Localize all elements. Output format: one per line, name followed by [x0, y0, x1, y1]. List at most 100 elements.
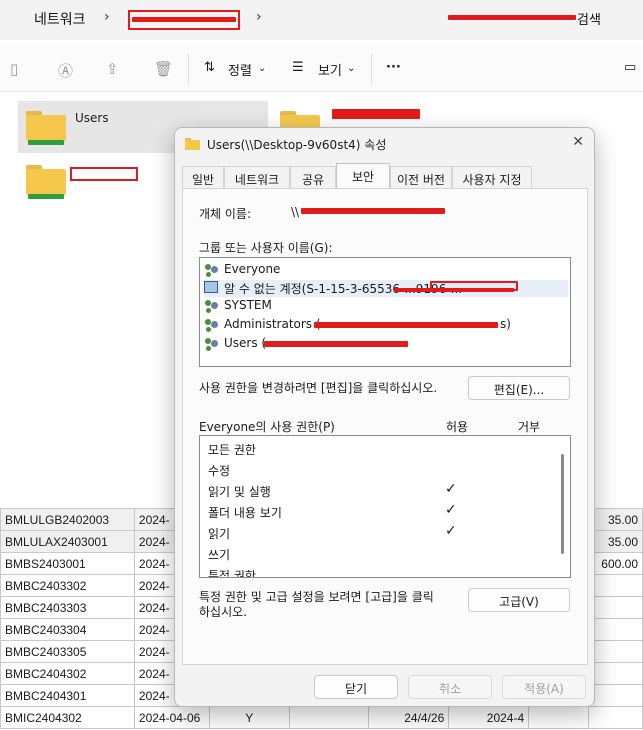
apply-button: 적용(A) [502, 675, 586, 699]
table-cell[interactable]: BMBC2403305 [0, 640, 135, 663]
permission-row: 모든 권한 [208, 443, 256, 457]
edit-hint: 사용 권한을 변경하려면 [편집]을 클릭하십시오. [199, 381, 438, 395]
tab-network[interactable]: 네트워크 [224, 166, 290, 188]
close-button[interactable]: ✕ [572, 134, 584, 150]
rename-icon[interactable]: Ⓐ [58, 60, 73, 81]
tab-sharing[interactable]: 공유 [290, 166, 336, 188]
permission-list[interactable]: 모든 권한 수정 읽기 및 실행 ✓ 폴더 내용 보기 ✓ 읽기 ✓ 쓰기 특정… [199, 435, 571, 578]
folder-icon [26, 165, 66, 199]
redaction-box [70, 167, 138, 181]
edit-button[interactable]: 편집(E)... [468, 376, 570, 400]
table-cell[interactable]: 35.00 [587, 508, 643, 531]
redaction-mark [132, 17, 236, 22]
sort-icon: ⇅ [204, 60, 215, 75]
table-cell[interactable]: BMBC2404301 [0, 684, 135, 707]
properties-dialog: Users(\\Desktop-9v60st4) 속성 ✕ 일반 네트워크 공유… [174, 127, 595, 707]
redaction-mark [332, 109, 420, 119]
list-item-unknown-account[interactable]: 알 수 없는 계정(S-1-15-3-65536-...9196-... [204, 280, 568, 297]
sort-button[interactable]: 정렬 [228, 60, 252, 79]
table-cell[interactable] [587, 684, 643, 707]
more-options-button[interactable]: ··· [386, 60, 401, 75]
table-cell[interactable]: BMBC2403304 [0, 618, 135, 641]
table-cell[interactable]: 2024-4 [448, 706, 530, 729]
redaction-mark [394, 288, 514, 292]
user-list[interactable]: Everyone 알 수 없는 계정(S-1-15-3-65536-...919… [199, 257, 571, 367]
table-cell[interactable] [587, 662, 643, 685]
toolbar-divider [371, 54, 372, 84]
table-cell[interactable] [587, 706, 643, 729]
view-icon: ☰ [292, 60, 304, 75]
redaction-mark [264, 341, 408, 347]
share-icon[interactable]: ⇪ [106, 60, 119, 78]
table-cell[interactable] [528, 706, 589, 729]
close-dialog-button[interactable]: 닫기 [314, 675, 398, 699]
table-cell[interactable]: BMBC2404302 [0, 662, 135, 685]
paste-icon[interactable]: ▯ [10, 60, 18, 78]
table-cell[interactable] [587, 596, 643, 619]
view-button[interactable]: 보기 [318, 60, 342, 79]
tab-general[interactable]: 일반 [182, 166, 224, 188]
search-box-suffix[interactable]: 검색 [577, 9, 601, 28]
list-item-everyone[interactable]: Everyone [204, 262, 280, 276]
check-icon: ✓ [445, 481, 457, 497]
table-cell[interactable]: 24/4/26 [368, 706, 450, 729]
object-name-value: \\ [291, 205, 300, 219]
advanced-hint-line2: 하십시오. [199, 605, 247, 619]
delete-icon[interactable]: 🗑 [154, 60, 173, 78]
table-cell[interactable]: BMLULAX2403001 [0, 530, 135, 553]
table-row[interactable]: BMIC2404302 2024-04-06 Y 24/4/26 2024-4 [0, 706, 643, 729]
address-bar[interactable]: 네트워크 › › 검색 [0, 0, 643, 40]
redaction-mark [314, 322, 498, 328]
permission-row: 쓰기 [208, 548, 231, 562]
folder-icon [26, 111, 66, 145]
deny-header: 거부 [518, 420, 541, 434]
folder-icon [185, 138, 200, 150]
table-cell[interactable]: 35.00 [587, 530, 643, 553]
check-icon: ✓ [445, 502, 457, 518]
toolbar-divider [188, 54, 189, 84]
chevron-right-icon: › [104, 9, 110, 25]
security-panel: 개체 이름: \\ 그룹 또는 사용자 이름(G): Everyone 알 수 … [182, 188, 588, 665]
permissions-header: Everyone의 사용 권한(P) [199, 420, 335, 434]
table-cell[interactable]: 2024-04-06 [133, 706, 210, 729]
redaction-mark [301, 208, 445, 214]
chevron-down-icon: ⌄ [347, 63, 356, 74]
unknown-account-icon [204, 281, 218, 293]
tab-security[interactable]: 보안 [336, 163, 390, 188]
tab-previous-versions[interactable]: 이전 버전 [390, 166, 452, 188]
users-icon [204, 299, 220, 313]
scrollbar-thumb[interactable] [561, 454, 564, 554]
table-cell[interactable] [587, 640, 643, 663]
table-cell[interactable]: BMBC2403303 [0, 596, 135, 619]
permission-row: 수정 [208, 464, 231, 478]
table-cell[interactable]: 600.00 [587, 552, 643, 575]
table-cell[interactable]: BMBS2403001 [0, 552, 135, 575]
group-label: 그룹 또는 사용자 이름(G): [199, 241, 333, 255]
table-cell[interactable] [587, 618, 643, 641]
allow-header: 허용 [446, 420, 469, 434]
table-cell[interactable]: BMLULGB2402003 [0, 508, 135, 531]
chevron-right-icon[interactable]: › [256, 9, 262, 25]
table-cell[interactable] [288, 706, 370, 729]
details-pane-icon[interactable]: ▭ [624, 60, 636, 75]
advanced-button[interactable]: 고급(V) [468, 588, 570, 612]
table-cell[interactable]: BMIC2404302 [0, 706, 135, 729]
table-cell[interactable]: BMBC2403302 [0, 574, 135, 597]
cancel-button: 취소 [408, 675, 492, 699]
users-icon [204, 337, 220, 351]
tab-customize[interactable]: 사용자 지정 [452, 166, 532, 188]
breadcrumb-network[interactable]: 네트워크 [34, 9, 86, 29]
table-cell[interactable] [587, 574, 643, 597]
check-icon: ✓ [445, 523, 457, 539]
list-item-administrators[interactable]: Administrators ( s) [204, 317, 568, 331]
table-cell[interactable]: Y [208, 706, 290, 729]
folder-label: Users [75, 111, 109, 125]
dialog-title: Users(\\Desktop-9v60st4) 속성 [207, 138, 387, 152]
chevron-down-icon: ⌄ [258, 63, 267, 74]
redaction-mark [448, 15, 576, 20]
list-item-system[interactable]: SYSTEM [204, 298, 272, 312]
permission-row: 읽기 [208, 527, 231, 541]
list-item-users[interactable]: Users ( [204, 336, 408, 351]
object-name-label: 개체 이름: [199, 207, 252, 221]
permission-row: 폴더 내용 보기 [208, 506, 282, 520]
